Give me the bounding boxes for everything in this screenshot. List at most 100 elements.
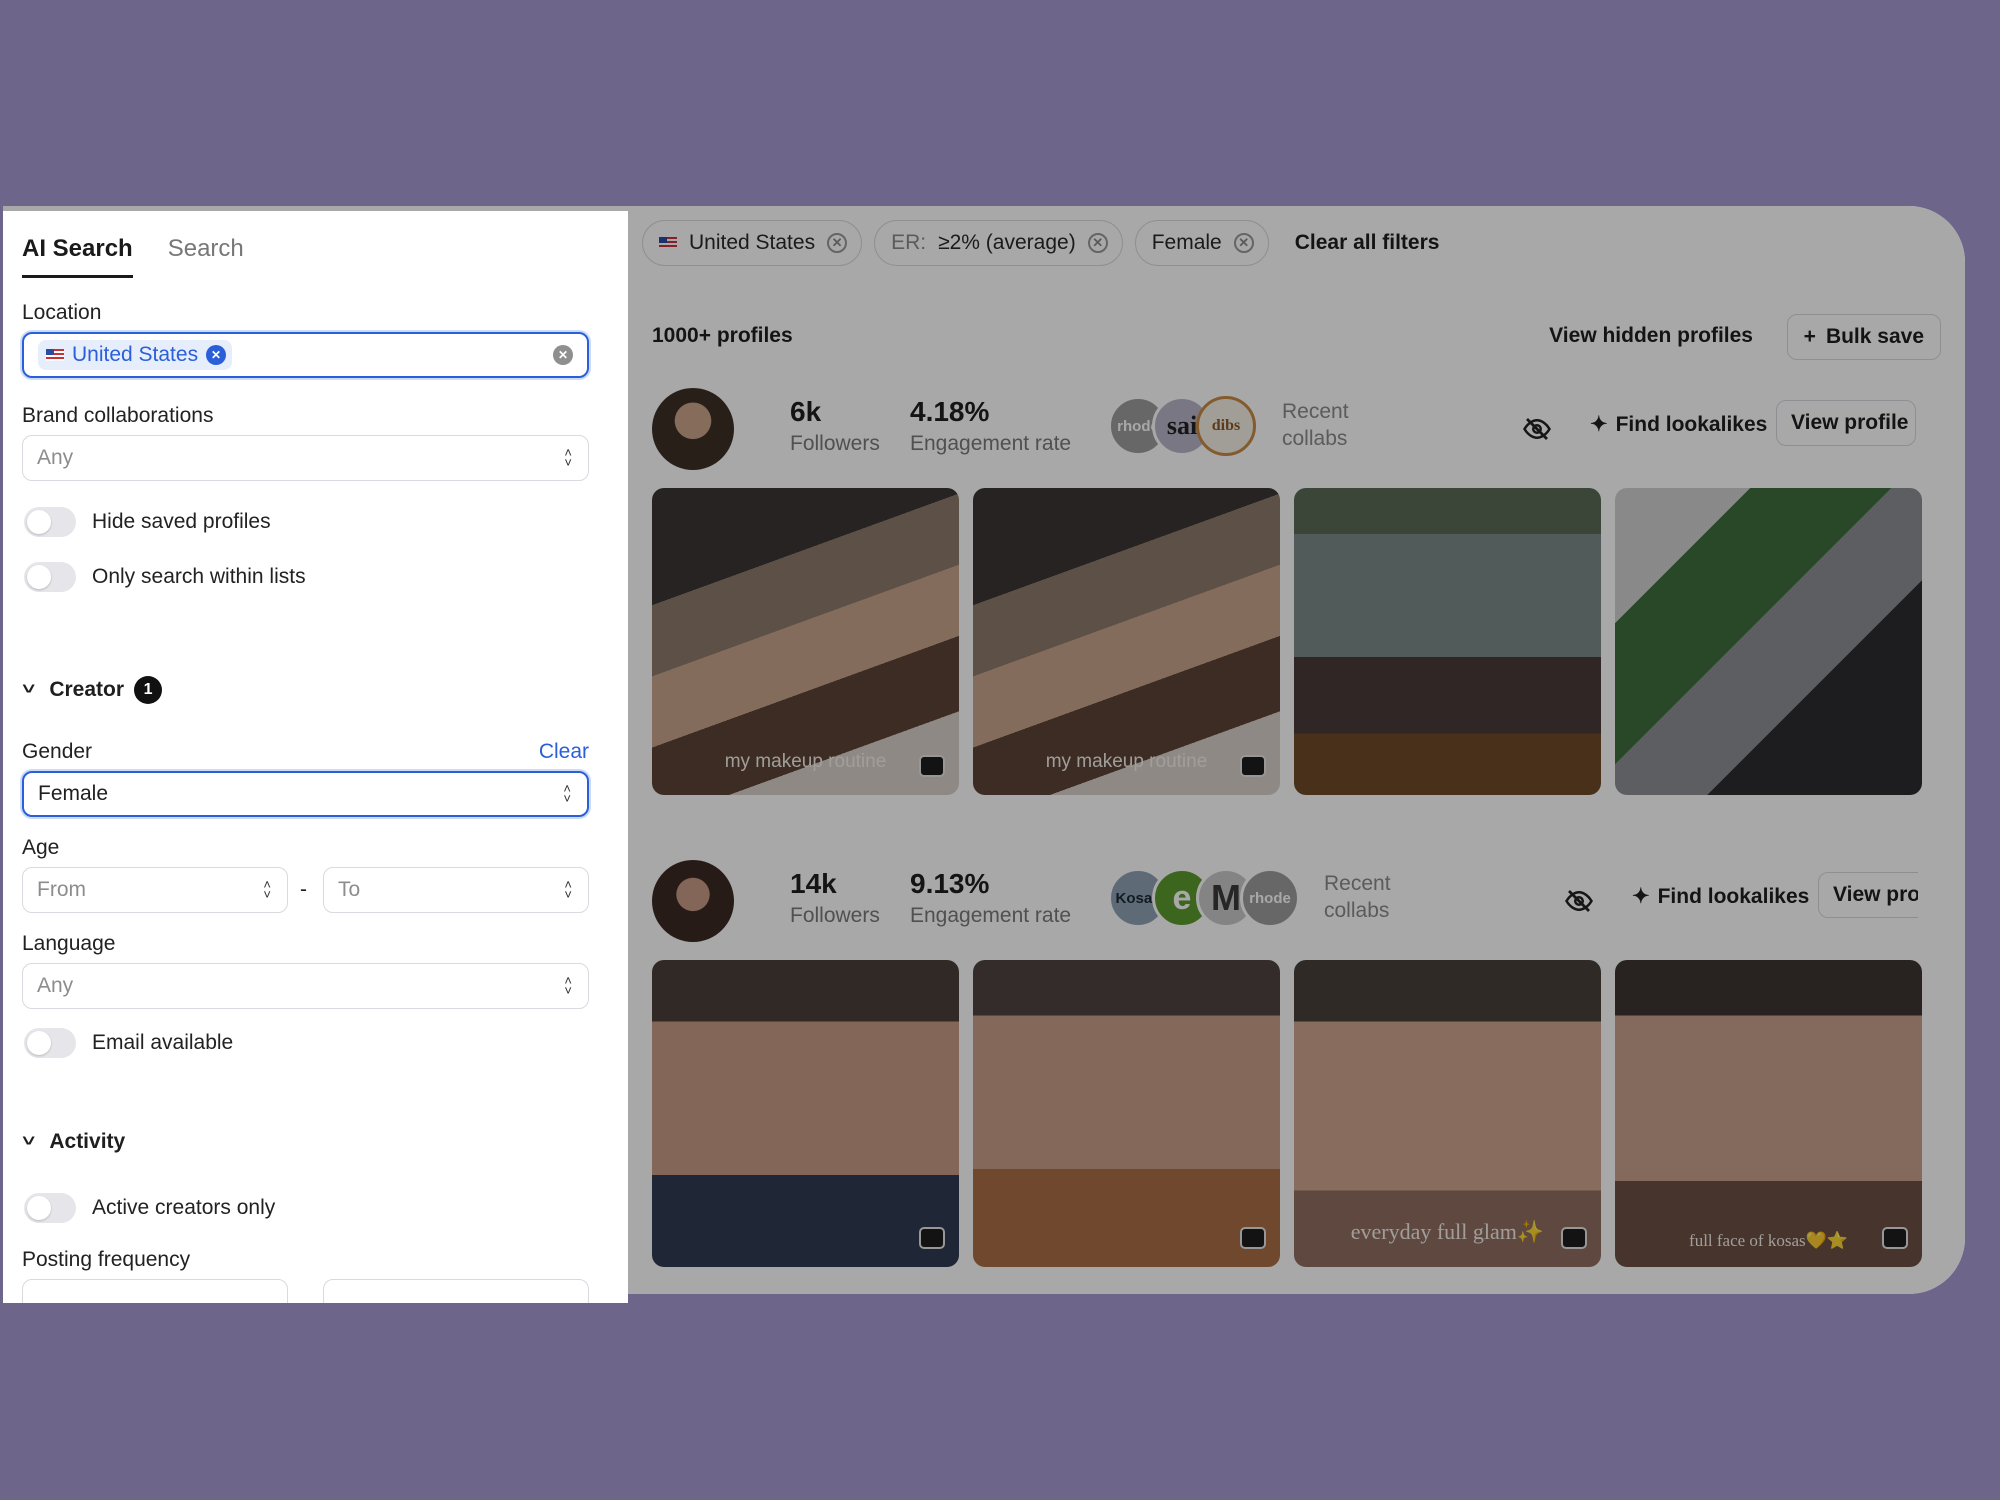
lists-toggle-row[interactable]: Only search within lists — [24, 562, 306, 592]
lists-toggle[interactable] — [24, 562, 76, 592]
chip-label: Female — [1151, 231, 1222, 254]
active-toggle-row[interactable]: Active creators only — [24, 1193, 275, 1223]
post-thumbnail[interactable] — [652, 960, 959, 1267]
clear-input-icon[interactable]: ✕ — [553, 345, 573, 365]
collab-logos: Kosas e M rhode — [1108, 868, 1300, 930]
active-creators-toggle[interactable] — [24, 1193, 76, 1223]
bulk-save-label: Bulk save — [1825, 325, 1924, 348]
chip-label: ≥2% (average) — [938, 231, 1076, 254]
video-icon — [1561, 1227, 1587, 1249]
profile-card: 14k Followers 9.13% Engagement rate Kosa… — [652, 856, 1965, 1267]
avatar[interactable] — [652, 860, 734, 942]
filter-chip-gender[interactable]: Female ✕ — [1134, 220, 1269, 266]
hide-saved-toggle-row[interactable]: Hide saved profiles — [24, 507, 271, 537]
results-main: United States ✕ ER: ≥2% (average) ✕ Fema… — [628, 206, 1965, 1294]
us-flag-icon — [46, 349, 64, 361]
location-input[interactable]: United States ✕ ✕ — [22, 332, 589, 378]
hide-eye-icon[interactable] — [1522, 414, 1552, 444]
close-icon[interactable]: ✕ — [1233, 233, 1254, 253]
location-chip[interactable]: United States ✕ — [38, 340, 233, 370]
post-thumbnail[interactable]: full face of kosas💛⭐ — [1615, 960, 1922, 1267]
engagement-value: 9.13% — [910, 868, 990, 899]
age-from-placeholder: From — [37, 878, 86, 901]
view-profile-button[interactable]: View profile — [1776, 400, 1916, 446]
video-icon — [1882, 1227, 1908, 1249]
filter-chip-location[interactable]: United States ✕ — [642, 220, 863, 266]
view-hidden-profiles-link[interactable]: View hidden profiles — [1549, 324, 1753, 348]
post-thumbnail[interactable]: my makeup routine — [652, 488, 959, 795]
age-from-select[interactable]: From ˄ ˅ — [22, 867, 288, 913]
posting-frequency-label: Posting frequency — [22, 1248, 191, 1271]
posting-to-select[interactable] — [323, 1279, 589, 1303]
filter-chip-er[interactable]: ER: ≥2% (average) ✕ — [874, 220, 1123, 266]
find-lookalikes-label: Find lookalikes — [1615, 412, 1768, 436]
followers-value: 14k — [790, 868, 837, 899]
close-icon[interactable]: ✕ — [827, 233, 848, 253]
creator-section-header[interactable]: ˅ Creator 1 — [22, 676, 163, 704]
hide-eye-icon[interactable] — [1564, 886, 1594, 916]
clear-all-filters-link[interactable]: Clear all filters — [1295, 231, 1440, 255]
engagement-value: 4.18% — [910, 396, 990, 427]
post-thumbnail[interactable] — [1615, 488, 1922, 795]
gender-value: Female — [38, 782, 109, 805]
video-icon — [919, 1227, 945, 1249]
gender-select[interactable]: Female ˄ ˅ — [22, 771, 589, 817]
view-profile-button[interactable]: View pro — [1818, 872, 1918, 918]
chevron-updown-icon: ˄ ˅ — [564, 445, 572, 470]
followers-stat: 14k Followers — [790, 868, 880, 928]
results-summary: 1000+ profiles View hidden profiles + Bu… — [652, 314, 1941, 360]
engagement-label: Engagement rate — [910, 904, 1072, 927]
hide-saved-toggle[interactable] — [24, 507, 76, 537]
brand-placeholder: Any — [37, 446, 74, 469]
gender-clear-link[interactable]: Clear — [539, 740, 589, 764]
brand-logo[interactable]: rhode — [1240, 868, 1300, 928]
tab-search[interactable]: Search — [168, 235, 244, 278]
language-select[interactable]: Any ˄ ˅ — [22, 963, 589, 1009]
language-label: Language — [22, 932, 116, 955]
recent-collabs-label: Recent collabs — [1282, 400, 1349, 450]
post-thumbnail[interactable]: my makeup routine — [973, 488, 1280, 795]
remove-chip-icon[interactable]: ✕ — [206, 345, 227, 365]
find-lookalikes-button[interactable]: ✦ Find lookalikes — [1632, 884, 1809, 909]
sparkle-icon: ✦ — [1632, 885, 1650, 908]
lists-label: Only search within lists — [92, 565, 306, 588]
email-toggle[interactable] — [24, 1028, 76, 1058]
email-toggle-row[interactable]: Email available — [24, 1028, 233, 1058]
post-thumbnail[interactable] — [973, 960, 1280, 1267]
hide-saved-label: Hide saved profiles — [92, 510, 271, 533]
find-lookalikes-label: Find lookalikes — [1657, 884, 1810, 908]
chevron-down-icon: ˅ — [22, 681, 36, 698]
post-thumbnail[interactable] — [1294, 488, 1601, 795]
activity-title: Activity — [49, 1130, 126, 1153]
bulk-save-button[interactable]: + Bulk save — [1786, 314, 1941, 360]
video-icon — [1240, 1227, 1266, 1249]
sparkle-icon: ✦ — [1590, 413, 1608, 436]
brand-collaborations-select[interactable]: Any ˄ ˅ — [22, 435, 589, 481]
posting-from-select[interactable] — [22, 1279, 288, 1303]
active-creators-label: Active creators only — [92, 1196, 276, 1219]
age-to-placeholder: To — [338, 878, 361, 901]
chip-label: United States — [689, 231, 816, 254]
chevron-updown-icon: ˄ ˅ — [564, 973, 572, 998]
close-icon[interactable]: ✕ — [1087, 233, 1108, 253]
find-lookalikes-button[interactable]: ✦ Find lookalikes — [1590, 412, 1767, 437]
plus-icon: + — [1803, 325, 1816, 348]
results-count: 1000+ profiles — [652, 324, 793, 347]
collab-logos: rhode sai dibs — [1108, 396, 1256, 458]
chevron-updown-icon: ˄ ˅ — [263, 877, 271, 902]
us-flag-icon — [659, 237, 677, 249]
brand-logo[interactable]: dibs — [1196, 396, 1256, 456]
active-filters: United States ✕ ER: ≥2% (average) ✕ Fema… — [642, 220, 1439, 266]
tab-ai-search[interactable]: AI Search — [22, 235, 133, 278]
chevron-updown-icon: ˄ ˅ — [563, 781, 571, 806]
search-tabs: AI Search Search — [22, 235, 244, 278]
activity-section-header[interactable]: ˅ Activity — [22, 1130, 126, 1154]
video-icon — [919, 755, 945, 777]
followers-label: Followers — [790, 432, 880, 455]
engagement-label: Engagement rate — [910, 432, 1072, 455]
age-to-select[interactable]: To ˄ ˅ — [323, 867, 589, 913]
location-label: Location — [22, 301, 102, 324]
post-thumbnail[interactable]: everyday full glam✨ — [1294, 960, 1601, 1267]
avatar[interactable] — [652, 388, 734, 470]
language-placeholder: Any — [37, 974, 74, 997]
